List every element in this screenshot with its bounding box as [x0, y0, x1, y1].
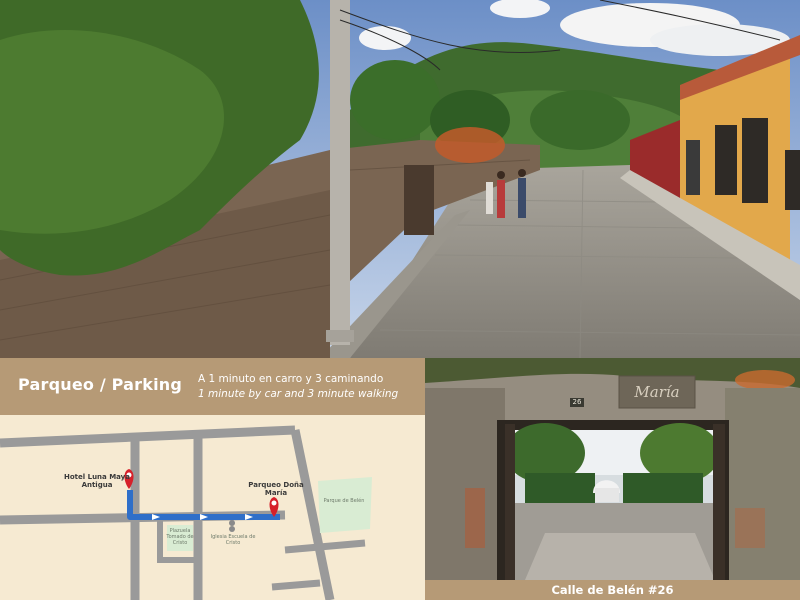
parking-gate-photo: 26 María: [425, 358, 800, 580]
church-label: Iglesia Escuela de Cristo: [210, 534, 256, 546]
parking-label: Parqueo Doña María: [248, 481, 304, 498]
street-view-photo: [0, 0, 800, 358]
street-top: [0, 425, 296, 448]
gate-name-sign: María: [634, 383, 680, 401]
parking-title: Parqueo / Parking: [18, 375, 183, 394]
route-map: Hotel Luna Maya Antigua Parqueo Doña Mar…: [0, 415, 425, 600]
hotel-label: Hotel Luna Maya Antigua: [64, 473, 130, 490]
address-text: Calle de Belén #26: [551, 583, 674, 597]
plazuela-label: Plazuela Tomado de Cristo: [166, 528, 194, 546]
address-bar: Calle de Belén #26: [425, 580, 800, 600]
walking-time-spanish: A 1 minuto en carro y 3 caminando: [198, 373, 384, 385]
street-lower-right: [284, 539, 366, 554]
street-number-plate: 26: [570, 398, 584, 407]
walking-time-english: 1 minute by car and 3 minute walking: [198, 388, 399, 400]
park-label: Parque de Belén: [323, 498, 365, 504]
parking-header-band: Parqueo / Parking A 1 minuto en carro y …: [0, 358, 425, 415]
park-area: [318, 477, 372, 533]
street-bottom: [271, 579, 321, 591]
